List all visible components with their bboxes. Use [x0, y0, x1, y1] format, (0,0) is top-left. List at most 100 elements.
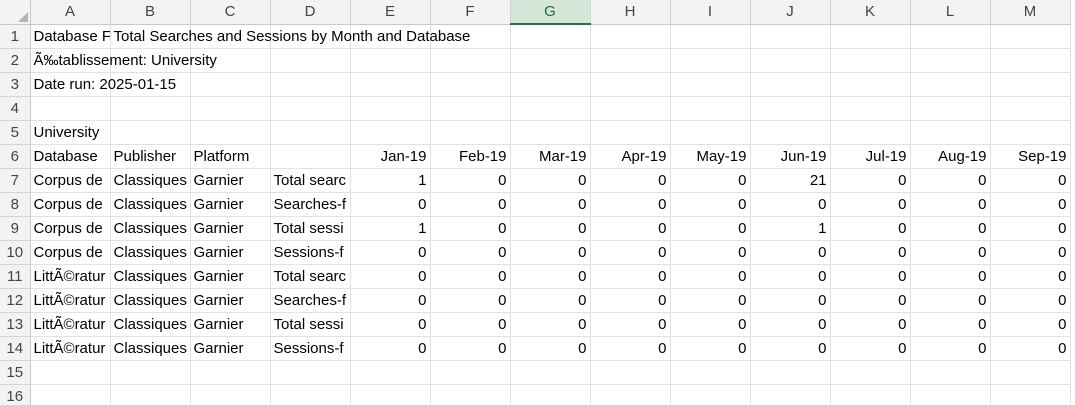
column-header-b[interactable]: B [110, 0, 191, 25]
cell-g5[interactable] [510, 120, 591, 145]
cell-f7[interactable]: 0 [430, 168, 511, 193]
row-header-16[interactable]: 16 [0, 384, 31, 405]
cell-m6[interactable]: Sep-19 [990, 144, 1071, 169]
cell-h9[interactable]: 0 [590, 216, 671, 241]
cell-b12[interactable]: Classiques [110, 288, 191, 313]
cell-b10[interactable]: Classiques [110, 240, 191, 265]
column-header-e[interactable]: E [350, 0, 431, 25]
cell-k13[interactable]: 0 [830, 312, 911, 337]
cell-j10[interactable]: 0 [750, 240, 831, 265]
cell-f13[interactable]: 0 [430, 312, 511, 337]
column-header-i[interactable]: I [670, 0, 751, 25]
cell-f15[interactable] [430, 360, 511, 385]
cell-b8[interactable]: Classiques [110, 192, 191, 217]
cell-e4[interactable] [350, 96, 431, 121]
cell-i1[interactable] [670, 24, 751, 49]
row-header-11[interactable]: 11 [0, 264, 31, 289]
cell-l16[interactable] [910, 384, 991, 405]
cell-j9[interactable]: 1 [750, 216, 831, 241]
cell-e7[interactable]: 1 [350, 168, 431, 193]
cell-g7[interactable]: 0 [510, 168, 591, 193]
cell-a6[interactable]: Database [30, 144, 111, 169]
cell-g16[interactable] [510, 384, 591, 405]
cell-i4[interactable] [670, 96, 751, 121]
cell-e16[interactable] [350, 384, 431, 405]
cell-a2[interactable]: Ã‰tablissement: University [30, 48, 217, 73]
cell-l11[interactable]: 0 [910, 264, 991, 289]
cell-f3[interactable] [430, 72, 511, 97]
cell-g10[interactable]: 0 [510, 240, 591, 265]
spreadsheet-grid[interactable]: ABCDEFGHIJKLM 1 Database F Total Searches … [0, 0, 1075, 405]
row-header-8[interactable]: 8 [0, 192, 31, 217]
cell-f10[interactable]: 0 [430, 240, 511, 265]
cell-f4[interactable] [430, 96, 511, 121]
cell-d3[interactable] [270, 72, 351, 97]
column-header-h[interactable]: H [590, 0, 671, 25]
cell-e14[interactable]: 0 [350, 336, 431, 361]
cell-b13[interactable]: Classiques [110, 312, 191, 337]
cell-d16[interactable] [270, 384, 351, 405]
cell-l2[interactable] [910, 48, 991, 73]
row-header-14[interactable]: 14 [0, 336, 31, 361]
cell-a10[interactable]: Corpus de [30, 240, 111, 265]
cell-g9[interactable]: 0 [510, 216, 591, 241]
cell-e5[interactable] [350, 120, 431, 145]
cell-h7[interactable]: 0 [590, 168, 671, 193]
cell-h6[interactable]: Apr-19 [590, 144, 671, 169]
cell-b14[interactable]: Classiques [110, 336, 191, 361]
cell-c12[interactable]: Garnier [190, 288, 271, 313]
cell-g14[interactable]: 0 [510, 336, 591, 361]
cell-i14[interactable]: 0 [670, 336, 751, 361]
cell-h2[interactable] [590, 48, 671, 73]
cell-l12[interactable]: 0 [910, 288, 991, 313]
cell-l9[interactable]: 0 [910, 216, 991, 241]
cell-h16[interactable] [590, 384, 671, 405]
cell-a5[interactable]: University [30, 120, 111, 145]
cell-e6[interactable]: Jan-19 [350, 144, 431, 169]
column-header-a[interactable]: A [30, 0, 111, 25]
cell-i11[interactable]: 0 [670, 264, 751, 289]
row-header-7[interactable]: 7 [0, 168, 31, 193]
cell-h13[interactable]: 0 [590, 312, 671, 337]
row-header-9[interactable]: 9 [0, 216, 31, 241]
column-header-c[interactable]: C [190, 0, 271, 25]
cell-a15[interactable] [30, 360, 111, 385]
cell-k15[interactable] [830, 360, 911, 385]
cell-c15[interactable] [190, 360, 271, 385]
cell-e8[interactable]: 0 [350, 192, 431, 217]
cell-l8[interactable]: 0 [910, 192, 991, 217]
cell-c9[interactable]: Garnier [190, 216, 271, 241]
cell-m2[interactable] [990, 48, 1071, 73]
cell-d14[interactable]: Sessions-f [270, 336, 351, 361]
cell-k9[interactable]: 0 [830, 216, 911, 241]
cell-k12[interactable]: 0 [830, 288, 911, 313]
cell-d15[interactable] [270, 360, 351, 385]
cell-c6[interactable]: Platform [190, 144, 271, 169]
cell-f8[interactable]: 0 [430, 192, 511, 217]
cell-f2[interactable] [430, 48, 511, 73]
cell-b16[interactable] [110, 384, 191, 405]
cell-a11[interactable]: LittÃ©ratur [30, 264, 111, 289]
cell-g8[interactable]: 0 [510, 192, 591, 217]
cell-d2[interactable] [270, 48, 351, 73]
row-header-3[interactable]: 3 [0, 72, 31, 97]
cell-i12[interactable]: 0 [670, 288, 751, 313]
cell-h4[interactable] [590, 96, 671, 121]
cell-c14[interactable]: Garnier [190, 336, 271, 361]
cell-f5[interactable] [430, 120, 511, 145]
cell-b9[interactable]: Classiques [110, 216, 191, 241]
cell-l3[interactable] [910, 72, 991, 97]
column-header-l[interactable]: L [910, 0, 991, 25]
cell-h3[interactable] [590, 72, 671, 97]
cell-f14[interactable]: 0 [430, 336, 511, 361]
cell-g15[interactable] [510, 360, 591, 385]
cell-a4[interactable] [30, 96, 111, 121]
cell-l14[interactable]: 0 [910, 336, 991, 361]
cell-j11[interactable]: 0 [750, 264, 831, 289]
cell-a12[interactable]: LittÃ©ratur [30, 288, 111, 313]
cell-e11[interactable]: 0 [350, 264, 431, 289]
cell-j15[interactable] [750, 360, 831, 385]
cell-d7[interactable]: Total searc [270, 168, 351, 193]
cell-h11[interactable]: 0 [590, 264, 671, 289]
cell-i13[interactable]: 0 [670, 312, 751, 337]
